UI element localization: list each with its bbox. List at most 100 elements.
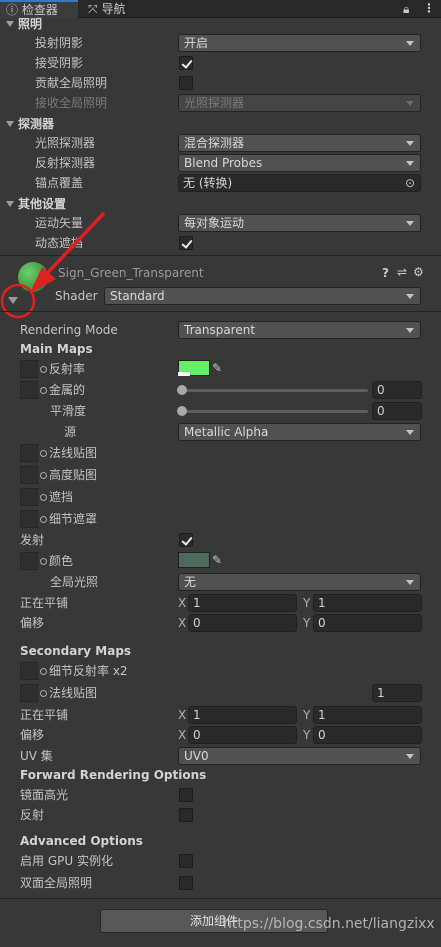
object-picker-icon[interactable] — [40, 494, 47, 501]
source-dropdown[interactable]: Metallic Alpha — [178, 423, 421, 441]
rendering-mode-label: Rendering Mode — [20, 323, 118, 337]
object-picker-icon[interactable] — [40, 690, 47, 697]
double-sided-gi-label: 双面全局照明 — [20, 876, 93, 890]
tab-navigation[interactable]: ⤧ 导航 — [82, 0, 152, 18]
foldout-arrow-icon — [6, 121, 14, 127]
secondary-tiling-x-field[interactable]: 1 — [188, 706, 297, 724]
x-label: X — [178, 616, 187, 630]
gpu-instancing-checkbox[interactable] — [179, 854, 193, 868]
secondary-normal-scale-field[interactable]: 1 — [372, 684, 422, 702]
secondary-normal-label: 法线贴图 — [40, 684, 97, 702]
emission-texture-slot[interactable] — [20, 552, 38, 570]
forward-rendering-heading: Forward Rendering Options — [20, 768, 207, 782]
emission-label: 发射 — [20, 533, 45, 547]
object-picker-icon[interactable] — [40, 387, 47, 394]
secondary-normal-texture-slot[interactable] — [20, 684, 38, 702]
reflections-checkbox[interactable] — [179, 808, 193, 822]
motion-vectors-dropdown[interactable]: 每对象运动 — [178, 214, 421, 232]
eyedropper-icon[interactable]: ✎ — [212, 553, 222, 567]
preset-icon[interactable]: ⇌ — [397, 265, 407, 279]
gear-icon[interactable]: ⚙ — [413, 265, 424, 279]
detail-albedo-label: 细节反射率 x2 — [40, 662, 128, 680]
emission-color-label: 颜色 — [40, 552, 73, 570]
anchor-override-field[interactable]: 无 (转换) — [178, 174, 421, 192]
emission-color-swatch[interactable] — [178, 552, 210, 568]
detail-albedo-texture-slot[interactable] — [20, 662, 38, 680]
light-probes-dropdown[interactable]: 混合探测器 — [178, 134, 421, 152]
metallic-label: 金属的 — [40, 381, 85, 399]
emission-checkbox[interactable] — [179, 533, 193, 547]
lock-icon[interactable]: 🔒︎ — [403, 2, 409, 16]
metallic-value-field[interactable]: 0 — [372, 381, 422, 399]
main-tiling-label: 正在平铺 — [20, 596, 69, 610]
secondary-offset-label: 偏移 — [20, 728, 45, 742]
albedo-texture-slot[interactable] — [20, 360, 38, 378]
receive-shadows-checkbox[interactable] — [179, 56, 193, 70]
specular-highlights-checkbox[interactable] — [179, 788, 193, 802]
main-tiling-y-field[interactable]: 1 — [313, 594, 422, 612]
secondary-offset-y-field[interactable]: 0 — [313, 726, 422, 744]
height-map-texture-slot[interactable] — [20, 466, 38, 484]
metallic-texture-slot[interactable] — [20, 381, 38, 399]
annotation-overlay — [0, 211, 106, 319]
height-map-label: 高度贴图 — [40, 466, 97, 484]
help-icon[interactable]: ? — [382, 266, 389, 280]
main-tiling-x-field[interactable]: 1 — [188, 594, 297, 612]
divider — [0, 898, 441, 899]
uv-set-label: UV 集 — [20, 749, 53, 763]
metallic-slider-track[interactable] — [182, 389, 368, 392]
global-illumination-dropdown[interactable]: 无 — [178, 573, 421, 591]
occlusion-texture-slot[interactable] — [20, 488, 38, 506]
shader-dropdown[interactable]: Standard — [104, 287, 421, 305]
metallic-slider-handle[interactable] — [177, 385, 187, 395]
annotation-arrow-head — [30, 267, 56, 293]
object-picker-icon[interactable] — [40, 472, 47, 479]
eyedropper-icon[interactable]: ✎ — [212, 361, 222, 375]
y-label: Y — [303, 616, 311, 630]
secondary-offset-x-field[interactable]: 0 — [188, 726, 297, 744]
uv-set-dropdown[interactable]: UV0 — [178, 747, 421, 765]
section-probes[interactable]: 探测器 — [0, 115, 54, 133]
rendering-mode-dropdown[interactable]: Transparent — [178, 321, 421, 339]
object-picker-icon[interactable] — [40, 668, 47, 675]
y-label: Y — [303, 708, 311, 722]
normal-map-texture-slot[interactable] — [20, 444, 38, 462]
main-offset-x-field[interactable]: 0 — [188, 614, 297, 632]
source-label: 源 — [64, 425, 77, 439]
contribute-gi-label: 贡献全局照明 — [35, 76, 108, 90]
object-picker-icon[interactable] — [40, 366, 47, 373]
detail-mask-texture-slot[interactable] — [20, 510, 38, 528]
object-picker-icon[interactable] — [40, 558, 47, 565]
x-label: X — [178, 596, 187, 610]
object-picker-icon[interactable]: ⊙ — [405, 176, 415, 190]
cast-shadows-dropdown[interactable]: 开启 — [178, 34, 421, 52]
specular-highlights-label: 镜面高光 — [20, 788, 69, 802]
section-lighting[interactable]: 照明 — [0, 15, 42, 33]
more-options-icon[interactable]: ⋮ — [423, 1, 435, 15]
smoothness-slider-track[interactable] — [182, 410, 368, 413]
reflections-label: 反射 — [20, 808, 45, 822]
double-sided-gi-checkbox[interactable] — [179, 876, 193, 890]
smoothness-value-field[interactable]: 0 — [372, 402, 422, 420]
albedo-alpha-bar — [178, 372, 190, 376]
main-offset-y-field[interactable]: 0 — [313, 614, 422, 632]
main-offset-label: 偏移 — [20, 616, 45, 630]
watermark-text: https://blog.csdn.net/liangzixx — [223, 916, 435, 932]
normal-map-label: 法线贴图 — [40, 444, 97, 462]
object-picker-icon[interactable] — [40, 450, 47, 457]
dynamic-occlusion-checkbox[interactable] — [179, 236, 193, 250]
anchor-override-label: 锚点覆盖 — [35, 176, 84, 190]
receive-gi-label: 接收全局照明 — [35, 96, 108, 110]
contribute-gi-checkbox[interactable] — [179, 76, 193, 90]
navigation-icon: ⤧ — [88, 2, 98, 16]
receive-gi-dropdown: 光照探测器 — [178, 94, 421, 112]
object-picker-icon[interactable] — [40, 516, 47, 523]
smoothness-slider-handle[interactable] — [177, 406, 187, 416]
secondary-tiling-label: 正在平铺 — [20, 708, 69, 722]
receive-shadows-label: 接受阴影 — [35, 56, 84, 70]
secondary-maps-heading: Secondary Maps — [20, 644, 132, 658]
advanced-options-heading: Advanced Options — [20, 834, 143, 848]
secondary-tiling-y-field[interactable]: 1 — [313, 706, 422, 724]
reflection-probes-dropdown[interactable]: Blend Probes — [178, 154, 421, 172]
x-label: X — [178, 728, 187, 742]
